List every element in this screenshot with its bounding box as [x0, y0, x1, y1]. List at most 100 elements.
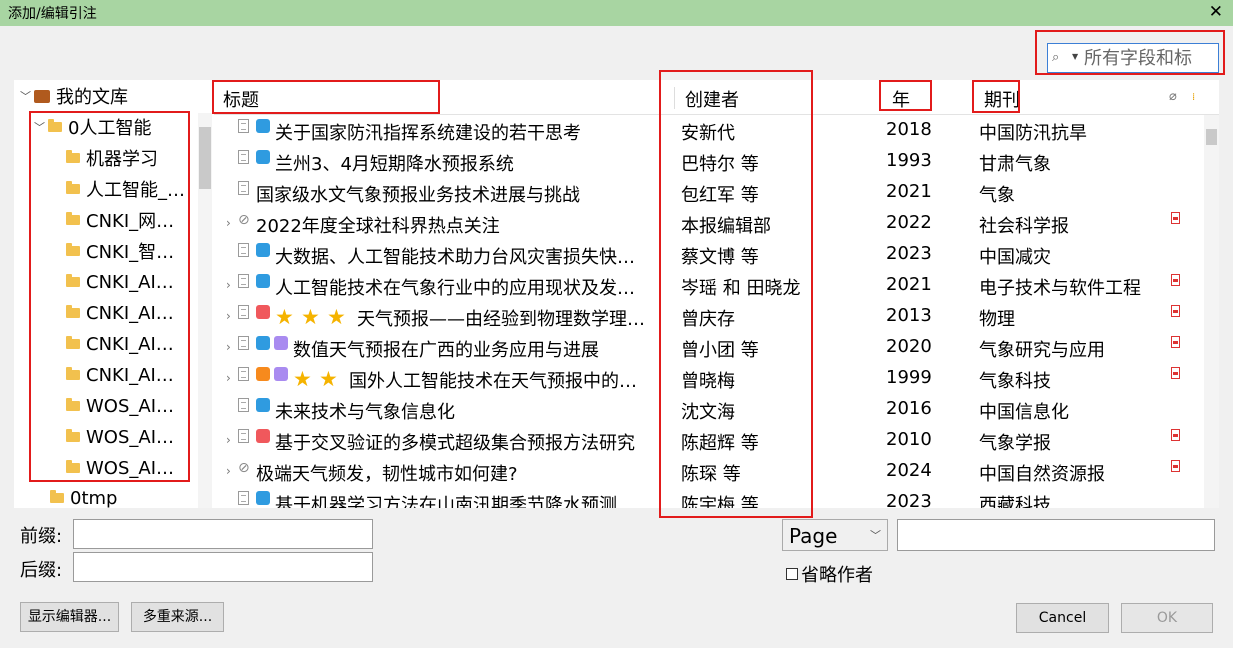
color-tag-icon — [274, 336, 288, 350]
cell-year: 2016 — [886, 398, 932, 419]
tree-item-label: CNKI_智… — [86, 242, 175, 263]
tree-item-subfolder[interactable]: WOS_AI… — [66, 392, 174, 420]
tree-scrollbar[interactable] — [198, 113, 212, 508]
tree-item-subfolder[interactable]: 人工智能_… — [66, 175, 185, 203]
tree-item-label: WOS_AI… — [86, 395, 175, 417]
tree-item-ai-folder[interactable]: ﹀ 0人工智能 — [34, 113, 151, 141]
table-row[interactable]: 关于国家防汛指挥系统建设的若干思考 安新代 2018 中国防汛抗旱 — [214, 116, 1204, 147]
column-header-year[interactable]: 年 — [892, 86, 910, 112]
cancel-button[interactable]: Cancel — [1016, 603, 1109, 633]
chevron-right-icon[interactable]: › — [226, 278, 231, 292]
color-tag-icon — [256, 243, 270, 257]
pdf-icon[interactable] — [1171, 305, 1180, 317]
chevron-right-icon[interactable]: › — [226, 309, 231, 323]
pdf-icon[interactable] — [1171, 460, 1180, 472]
tree-item-label: CNKI_AI… — [86, 333, 174, 355]
tree-item-subfolder[interactable]: CNKI_AI… — [66, 299, 174, 327]
table-row[interactable]: › ★ ★ 国外人工智能技术在天气预报中的… 曾晓梅 1999 气象科技 — [214, 364, 1204, 395]
close-icon[interactable]: ✕ — [1209, 2, 1223, 22]
folder-icon — [48, 119, 62, 132]
cell-publication: 气象科技 — [979, 371, 1051, 392]
chevron-right-icon[interactable]: › — [226, 371, 231, 385]
column-header-publication[interactable]: 期刊 — [984, 86, 1020, 112]
tree-item-subfolder[interactable]: WOS_AI… — [66, 423, 174, 451]
attachment-icon: ⊘ — [238, 460, 250, 476]
multiple-sources-button[interactable]: 多重来源... — [131, 602, 224, 632]
chevron-down-icon[interactable]: ﹀ — [20, 88, 34, 104]
color-tag-icon — [256, 429, 270, 443]
table-row[interactable]: › 数值天气预报在广西的业务应用与进展 曾小团 等 2020 气象研究与应用 — [214, 333, 1204, 364]
tree-item-subfolder[interactable]: CNKI_AI… — [66, 361, 174, 389]
pdf-icon[interactable] — [1171, 274, 1180, 286]
pdf-icon[interactable] — [1171, 367, 1180, 379]
cell-title: 人工智能技术在气象行业中的应用现状及发… — [275, 278, 635, 299]
cell-creator: 曾庆存 — [681, 309, 735, 330]
prefix-input[interactable] — [73, 519, 373, 549]
ok-button[interactable]: OK — [1121, 603, 1213, 633]
locator-select[interactable]: Page ﹀ — [782, 519, 888, 551]
cell-creator: 岑瑶 和 田晓龙 — [681, 278, 801, 299]
tree-item-my-library[interactable]: ﹀ 我的文库 — [20, 82, 128, 110]
table-row[interactable]: › ★ ★ ★ 天气预报——由经验到物理数学理… 曾庆存 2013 物理 — [214, 302, 1204, 333]
tree-item-subfolder[interactable]: WOS_AI… — [66, 454, 174, 482]
locator-input[interactable] — [897, 519, 1215, 551]
cell-title: 极端天气频发，韧性城市如何建? — [256, 464, 518, 485]
table-scrollbar[interactable] — [1204, 115, 1219, 508]
omit-author-checkbox[interactable]: 省略作者 — [786, 561, 873, 587]
table-row[interactable]: 兰州3、4月短期降水预报系统 巴特尔 等 1993 甘肃气象 — [214, 147, 1204, 178]
table-row[interactable]: › 人工智能技术在气象行业中的应用现状及发… 岑瑶 和 田晓龙 2021 电子技术与软件… — [214, 271, 1204, 302]
document-icon — [238, 429, 249, 443]
cell-creator: 蔡文博 等 — [681, 247, 759, 268]
chevron-right-icon[interactable]: › — [226, 340, 231, 354]
tree-item-label: CNKI_AI… — [86, 364, 174, 386]
tree-item-subfolder[interactable]: CNKI_AI… — [66, 330, 174, 358]
color-tag-icon — [256, 305, 270, 319]
chevron-right-icon[interactable]: › — [226, 216, 231, 230]
search-icon: ⌕ — [1052, 50, 1060, 65]
tree-item-label: 0tmp — [70, 487, 118, 509]
search-mode-dropdown-icon[interactable]: ▼ — [1072, 52, 1078, 61]
table-row[interactable]: 国家级水文气象预报业务技术进展与挑战 包红军 等 2021 气象 — [214, 178, 1204, 209]
table-row[interactable]: › ⊘ 2022年度全球社科界热点关注 本报编辑部 2022 社会科学报 — [214, 209, 1204, 240]
scrollbar-thumb[interactable] — [1206, 129, 1217, 145]
pdf-icon[interactable] — [1171, 336, 1180, 348]
tree-item-subfolder[interactable]: CNKI_AI… — [66, 268, 174, 296]
scrollbar-thumb[interactable] — [199, 127, 211, 189]
table-row[interactable]: › ⊘ 极端天气频发，韧性城市如何建? 陈琛 等 2024 中国自然资源报 — [214, 457, 1204, 488]
tree-item-subfolder[interactable]: 机器学习 — [66, 144, 158, 172]
attachment-column-icon[interactable]: ⌀ — [1169, 89, 1177, 104]
pdf-icon[interactable] — [1171, 429, 1180, 441]
search-input[interactable] — [1084, 47, 1216, 69]
folder-icon — [66, 150, 80, 163]
column-header-creator[interactable]: 创建者 — [685, 86, 739, 112]
search-box[interactable]: ⌕ ▼ — [1047, 43, 1219, 73]
table-row[interactable]: 未来技术与气象信息化 沈文海 2016 中国信息化 — [214, 395, 1204, 426]
folder-icon — [66, 181, 80, 194]
document-icon — [238, 367, 249, 381]
tree-item-label: WOS_AI… — [86, 426, 175, 448]
table-row[interactable]: › 基于交叉验证的多模式超级集合预报方法研究 陈超辉 等 2010 气象学报 — [214, 426, 1204, 457]
tree-item-0tmp[interactable]: 0tmp — [50, 484, 117, 508]
chevron-right-icon[interactable]: › — [226, 433, 231, 447]
chevron-down-icon[interactable]: ﹀ — [34, 119, 48, 135]
folder-icon — [66, 274, 80, 287]
pdf-icon[interactable] — [1171, 212, 1180, 224]
tree-item-label: CNKI_网… — [86, 211, 175, 232]
document-icon — [238, 274, 249, 288]
checkbox-box[interactable] — [786, 568, 798, 580]
table-row[interactable]: 大数据、人工智能技术助力台风灾害损失快… 蔡文博 等 2023 中国减灾 — [214, 240, 1204, 271]
tree-item-subfolder[interactable]: CNKI_智… — [66, 237, 174, 265]
tree-item-subfolder[interactable]: CNKI_网… — [66, 206, 174, 234]
chevron-right-icon[interactable]: › — [226, 464, 231, 478]
suffix-input[interactable] — [73, 552, 373, 582]
column-header-title[interactable]: 标题 — [223, 86, 259, 112]
tree-item-label: CNKI_AI… — [86, 302, 174, 324]
cell-title: 未来技术与气象信息化 — [275, 402, 455, 423]
show-editor-button[interactable]: 显示编辑器... — [20, 602, 119, 632]
column-divider[interactable] — [674, 87, 675, 109]
table-row[interactable]: 基于机器学习方法在山南汛期季节降水预测 陈宇梅 等 2023 西藏科技 — [214, 488, 1204, 508]
column-picker-icon[interactable]: ⁞ — [1192, 92, 1195, 103]
color-tag-icon — [256, 491, 270, 505]
document-icon — [238, 305, 249, 319]
tree-item-label: 人工智能_… — [86, 180, 185, 201]
